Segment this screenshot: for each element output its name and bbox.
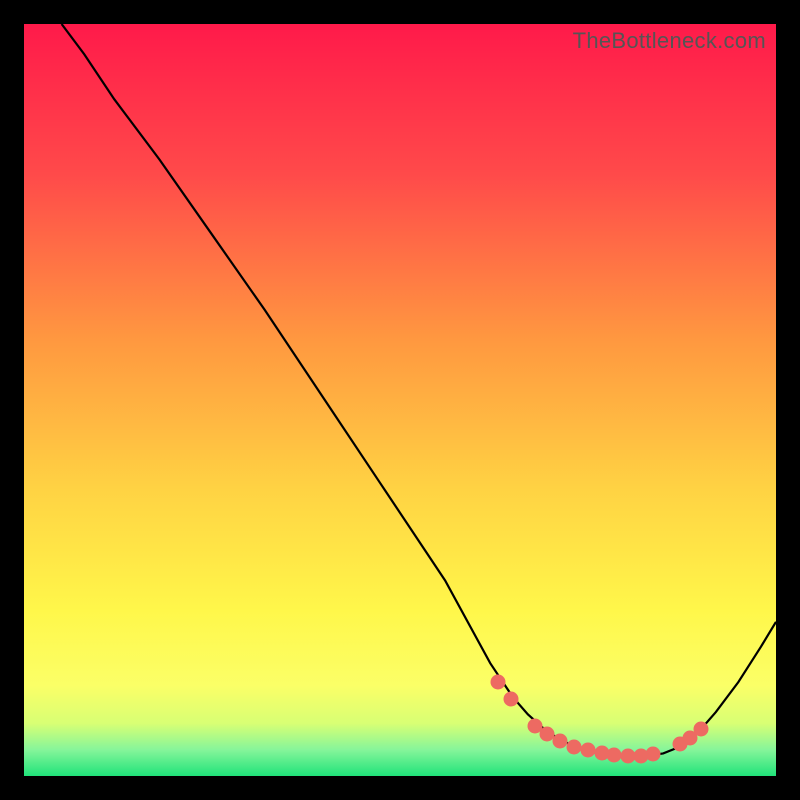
watermark-text: TheBottleneck.com (573, 28, 766, 54)
background-gradient (24, 24, 776, 776)
plot-area: TheBottleneck.com (24, 24, 776, 776)
chart-frame: TheBottleneck.com (0, 0, 800, 800)
